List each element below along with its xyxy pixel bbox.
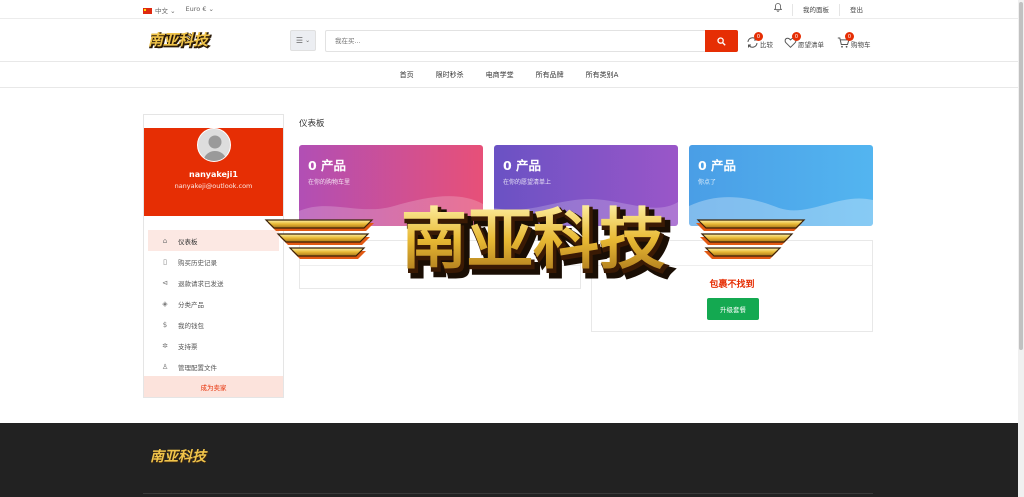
sidebar-item-label: 管理配置文件 xyxy=(178,363,217,372)
user-icon: ♙ xyxy=(161,362,169,371)
wishlist-link[interactable]: 0 愿望清单 xyxy=(784,32,824,49)
page-scrollbar[interactable] xyxy=(1018,0,1024,497)
card-value: 0 产品 xyxy=(698,158,737,173)
sidebar-item-purchase-history[interactable]: ▯ 购买历史记录 xyxy=(148,251,279,272)
sidebar-item-label: 购买历史记录 xyxy=(178,258,217,267)
support-icon: ✲ xyxy=(162,341,168,350)
currency-selector[interactable]: Euro € ⌄ xyxy=(186,5,214,15)
nav-item-home[interactable]: 首页 xyxy=(389,70,425,80)
hamburger-icon: ☰ xyxy=(295,36,304,45)
locale-selectors: 中文 ⌄ Euro € ⌄ xyxy=(143,5,214,15)
card-value: 0 产品 xyxy=(503,158,542,173)
site-logo[interactable]: 南亚科技 南亚科技 xyxy=(148,30,212,51)
search-input[interactable] xyxy=(326,31,696,51)
sidebar-item-manage-profile[interactable]: ♙ 管理配置文件 xyxy=(148,356,279,377)
refund-icon: ⊲ xyxy=(162,278,168,287)
category-menu-button[interactable]: ☰ ⌄ xyxy=(290,30,316,51)
wishlist-count-badge: 0 xyxy=(792,32,801,41)
language-label: 中文 xyxy=(155,7,168,15)
card-value: 0 产品 xyxy=(308,158,347,173)
sidebar-item-my-wallet[interactable]: $ 我的钱包 xyxy=(148,314,279,335)
right-wing xyxy=(696,219,806,259)
footer-divider xyxy=(143,493,873,494)
chevron-down-icon: ⌄ xyxy=(305,37,311,44)
card-subtitle: 你点了 xyxy=(698,179,717,186)
cart-label: 购物车 xyxy=(851,41,871,49)
cart-count-badge: 0 xyxy=(845,32,854,41)
language-selector[interactable]: 中文 ⌄ xyxy=(143,5,176,15)
sidebar-item-classified-products[interactable]: ◈ 分类产品 xyxy=(148,293,279,314)
sidebar-item-label: 分类产品 xyxy=(178,300,204,309)
account-links: 我的面板 登出 xyxy=(764,0,873,19)
header: 南亚科技 南亚科技 ☰⌄ 0 比较 0 愿望清单 0 购物车 xyxy=(0,19,1018,62)
watermark-logo: 南亚科技 南亚科技 南亚科技 xyxy=(262,197,808,289)
cart-icon: 0 xyxy=(837,32,854,49)
currency-label: Euro € xyxy=(185,5,207,13)
compare-count-badge: 0 xyxy=(754,32,763,41)
nav-item-all-categories[interactable]: 所有类别A xyxy=(575,70,630,80)
compare-icon: 0 xyxy=(746,32,763,49)
profile-email: nanyakeji@outlook.com xyxy=(174,182,253,190)
upgrade-package-button[interactable]: 升级套餐 xyxy=(707,298,759,320)
nav-item-all-brands[interactable]: 所有品牌 xyxy=(525,70,575,80)
avatar xyxy=(196,128,231,162)
diamond-icon: ◈ xyxy=(162,299,168,308)
search-bar xyxy=(325,30,738,52)
cart-link[interactable]: 0 购物车 xyxy=(837,32,871,49)
sidebar-item-label: 退款请求已发送 xyxy=(178,279,224,288)
compare-link[interactable]: 0 比较 xyxy=(746,32,773,49)
china-flag-icon xyxy=(143,8,152,14)
sidebar-item-label: 仪表板 xyxy=(178,237,198,246)
search-button[interactable] xyxy=(705,30,738,52)
sidebar-item-support-ticket[interactable]: ✲ 支持票 xyxy=(148,335,279,356)
sidebar-item-label: 我的钱包 xyxy=(178,321,204,330)
search-icon xyxy=(717,36,726,46)
sidebar-item-dashboard[interactable]: ⌂ 仪表板 xyxy=(148,230,279,251)
footer-logo[interactable]: 南亚科技 南亚科技 xyxy=(150,445,210,467)
heart-icon: 0 xyxy=(784,32,801,49)
file-icon: ▯ xyxy=(163,257,167,266)
logout-link[interactable]: 登出 xyxy=(839,3,873,16)
home-icon: ⌂ xyxy=(162,236,168,245)
nav-item-flash-sale[interactable]: 限时秒杀 xyxy=(425,70,475,80)
svg-text:南亚科技: 南亚科技 xyxy=(150,448,208,465)
page-title: 仪表板 xyxy=(299,119,325,129)
left-wing xyxy=(264,219,374,259)
become-seller-button[interactable]: 成为卖家 xyxy=(144,376,283,397)
wishlist-label: 愿望清单 xyxy=(798,41,824,49)
dollar-icon: $ xyxy=(162,320,168,329)
watermark-text: 南亚科技 xyxy=(401,201,665,278)
sidebar-item-refund-requests[interactable]: ⊲ 退款请求已发送 xyxy=(148,272,279,293)
scrollbar-thumb[interactable] xyxy=(1019,2,1023,350)
main-nav: 首页 限时秒杀 电商学堂 所有品牌 所有类别A xyxy=(0,62,1018,88)
sidebar-item-label: 支持票 xyxy=(178,342,198,351)
my-dashboard-link[interactable]: 我的面板 xyxy=(792,3,839,16)
svg-text:南亚科技: 南亚科技 xyxy=(148,31,210,49)
compare-label: 比较 xyxy=(760,41,773,49)
card-subtitle: 在你的愿望清单上 xyxy=(503,179,552,186)
footer: 南亚科技 南亚科技 xyxy=(0,423,1018,497)
card-subtitle: 在你的购物车里 xyxy=(308,179,351,186)
notification-bell-icon[interactable] xyxy=(764,3,792,16)
nav-item-ecommerce-school[interactable]: 电商学堂 xyxy=(475,70,525,80)
top-bar: 中文 ⌄ Euro € ⌄ 我的面板 登出 xyxy=(0,0,1018,19)
profile-username: nanyakeji1 xyxy=(189,170,238,179)
